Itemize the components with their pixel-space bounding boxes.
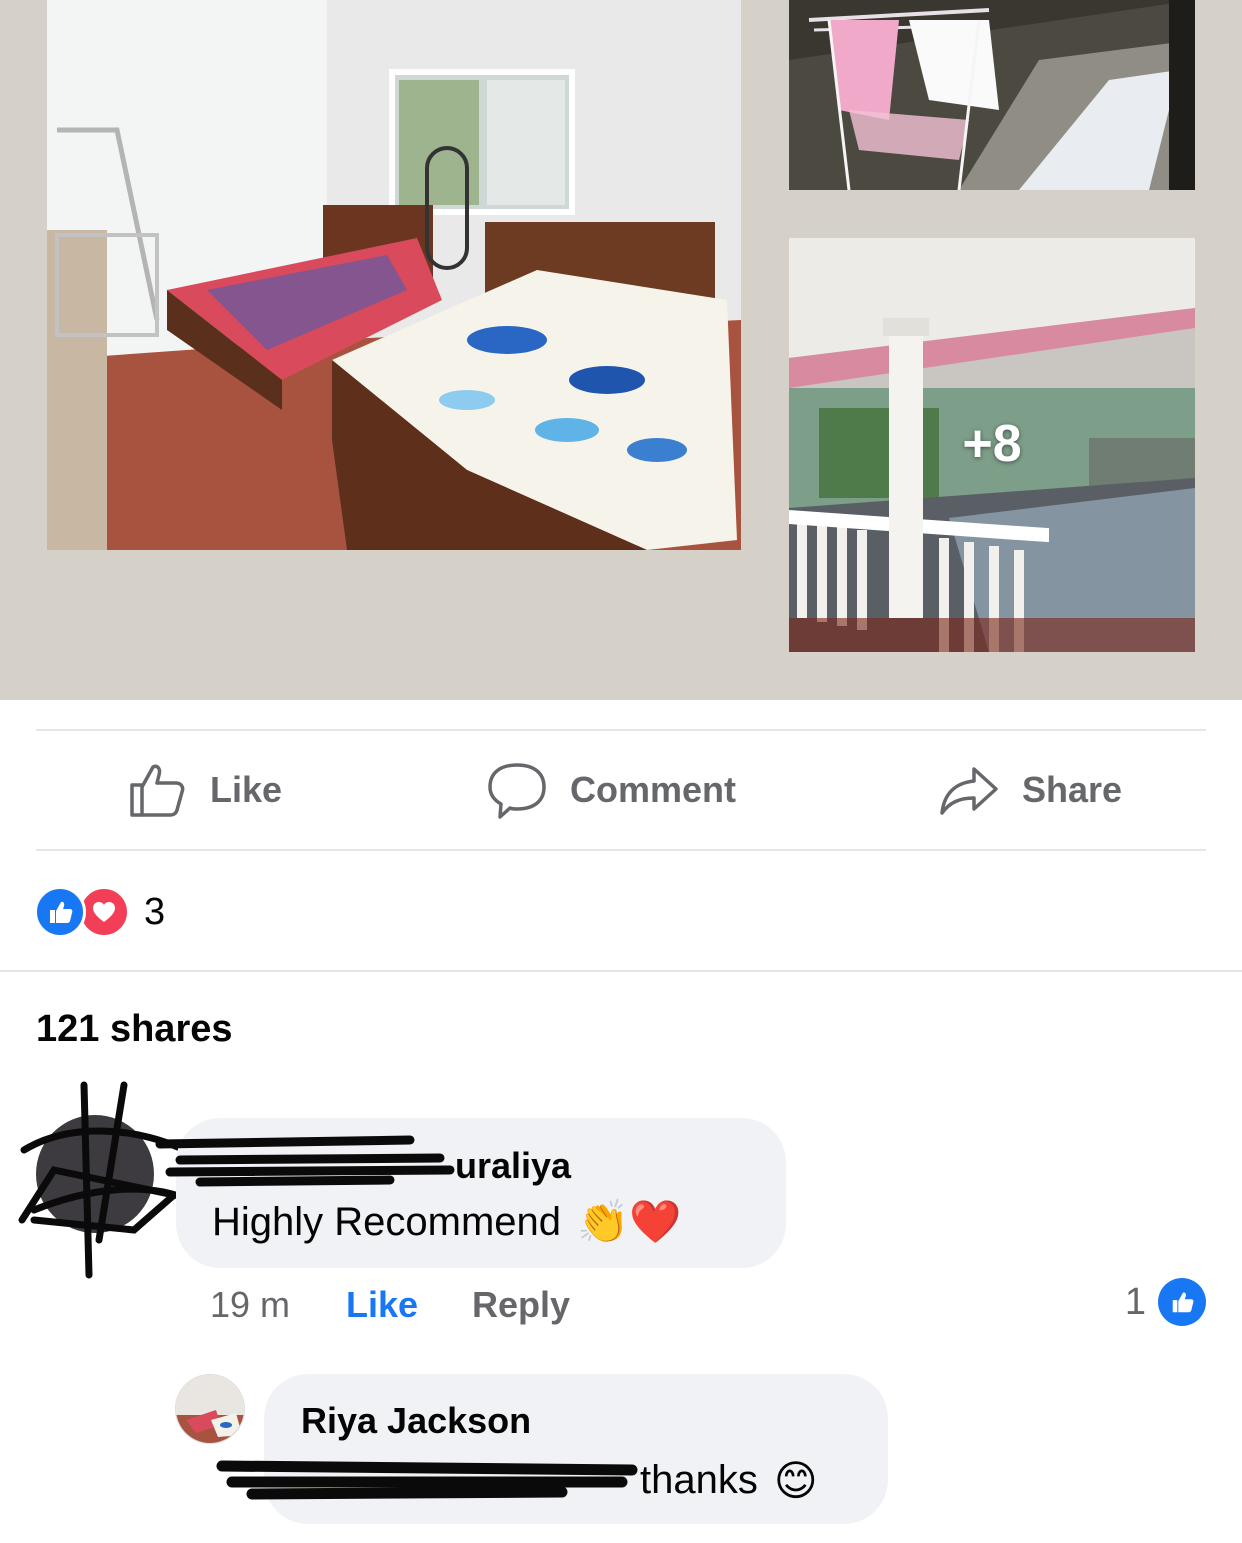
thumbs-up-icon [126,759,188,821]
like-label: Like [210,769,283,810]
comment-like-button[interactable]: Like [346,1284,418,1326]
reply-author[interactable]: Riya Jackson [301,1400,531,1442]
comment-label: Comment [570,769,737,810]
comment-like-summary[interactable]: 1 [1125,1278,1206,1326]
reply-text: thanks 😊 [640,1456,818,1505]
comment-author[interactable]: uraliya [455,1145,571,1187]
share-label: Share [1022,769,1123,810]
comment-text: Highly Recommend 👏❤️ [212,1198,682,1247]
like-reaction-icon [34,886,86,938]
divider [36,849,1206,851]
share-button[interactable]: Share [938,758,1122,822]
smile-emoji: 😊 [773,1457,818,1504]
comment-timestamp: 19 m [210,1284,291,1325]
comment-reply-button[interactable]: Reply [472,1284,570,1326]
divider [0,970,1242,972]
clap-heart-emoji: 👏❤️ [577,1198,682,1245]
comment-body: Highly Recommend [212,1200,562,1244]
laundry-rack-photo[interactable] [789,0,1195,190]
speech-bubble-icon [486,759,548,821]
more-photos-count[interactable]: +8 [789,414,1195,474]
divider [36,729,1206,731]
reaction-summary[interactable]: 3 [34,884,165,940]
avatar[interactable] [36,1115,154,1233]
bedroom-photo[interactable] [47,0,741,550]
avatar[interactable] [175,1374,245,1444]
shares-count[interactable]: 121 shares [36,1008,233,1051]
reply-body: thanks [640,1458,758,1502]
comment-button[interactable]: Comment [486,758,736,822]
veranda-photo[interactable]: +8 [789,238,1195,652]
share-arrow-icon [938,759,1000,821]
reaction-count: 3 [144,890,166,933]
photo-collage: +8 [0,0,1242,700]
comment-like-count: 1 [1124,1280,1146,1323]
like-reaction-icon [1158,1278,1206,1326]
like-button[interactable]: Like [126,758,282,822]
